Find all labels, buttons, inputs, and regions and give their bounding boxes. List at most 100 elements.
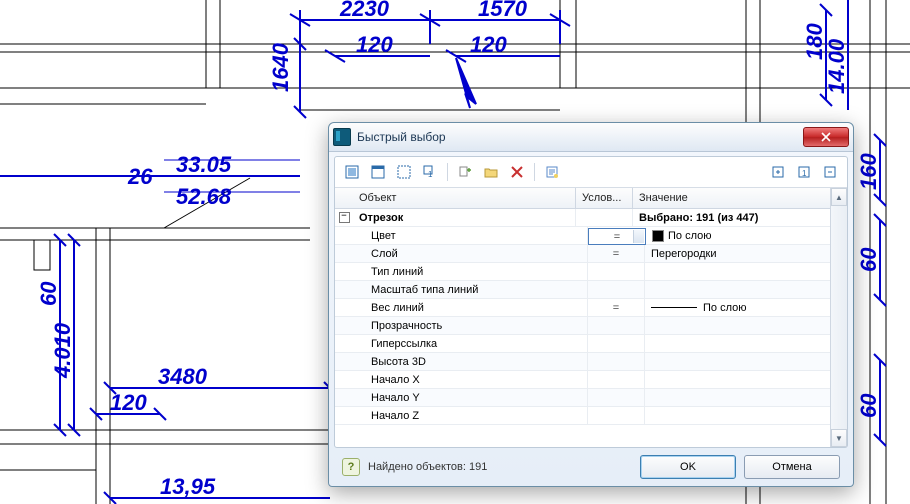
expand-cell	[335, 353, 353, 370]
condition-cell[interactable]: =	[588, 299, 645, 316]
dim-60c: 60	[856, 393, 881, 418]
scroll-up-icon[interactable]: ▲	[831, 188, 847, 206]
condition-cell[interactable]	[588, 371, 645, 388]
lineweight-preview	[651, 307, 697, 308]
condition-cell[interactable]	[588, 353, 645, 370]
value-cell[interactable]	[645, 389, 830, 406]
tb-properties-icon[interactable]	[541, 161, 563, 183]
col-condition[interactable]: Услов...	[576, 188, 633, 208]
dim-120b: 120	[470, 32, 507, 57]
expand-cell: −	[335, 209, 353, 226]
toolbar-separator	[534, 163, 535, 181]
property-row[interactable]: Тип линий	[335, 263, 830, 281]
group-row[interactable]: −Отрезок Выбрано: 191 (из 447)	[335, 209, 830, 227]
condition-cell[interactable]	[588, 389, 645, 406]
condition-cell[interactable]: =	[588, 228, 646, 245]
dim-120c: 120	[110, 390, 147, 415]
status-text: Найдено объектов: 191	[368, 461, 632, 473]
property-row[interactable]: Начало X	[335, 371, 830, 389]
dialog-body: 1 1 Объект Услов... Значение −Отрезок Выб…	[334, 156, 848, 448]
condition-cell[interactable]	[588, 407, 645, 424]
dim-120a: 120	[356, 32, 393, 57]
tb-select-window-icon[interactable]	[367, 161, 389, 183]
property-label: Начало X	[353, 371, 588, 388]
property-row[interactable]: Начало Y	[335, 389, 830, 407]
titlebar[interactable]: Быстрый выбор	[329, 123, 853, 152]
toolbar: 1 1	[335, 157, 847, 188]
vertical-scrollbar[interactable]: ▲ ▼	[830, 188, 847, 447]
dialog-title: Быстрый выбор	[357, 130, 803, 144]
col-value[interactable]: Значение	[633, 188, 830, 208]
dim-60a: 60	[856, 247, 881, 272]
expand-cell	[335, 317, 353, 334]
condition-cell[interactable]	[588, 335, 645, 352]
dim-1640: 1640	[268, 42, 293, 92]
quick-select-dialog: Быстрый выбор 1 1 Объект	[328, 122, 854, 487]
expand-cell	[335, 245, 353, 262]
property-row[interactable]: Гиперссылка	[335, 335, 830, 353]
property-row[interactable]: Вес линий=По слою	[335, 299, 830, 317]
expand-cell	[335, 281, 353, 298]
collapse-icon[interactable]: −	[339, 212, 350, 223]
col-object[interactable]: Объект	[353, 188, 576, 208]
condition-cell[interactable]	[588, 317, 645, 334]
tb-select-all-icon[interactable]	[341, 161, 363, 183]
expand-cell	[335, 227, 353, 244]
condition-cell[interactable]: =	[588, 245, 645, 262]
property-label: Тип линий	[353, 263, 588, 280]
condition-cell[interactable]	[576, 209, 633, 226]
expand-cell	[335, 407, 353, 424]
value-cell[interactable]	[645, 317, 830, 334]
property-row[interactable]: Прозрачность	[335, 317, 830, 335]
property-row[interactable]: Начало Z	[335, 407, 830, 425]
svg-text:1: 1	[802, 169, 807, 178]
value-cell[interactable]: Выбрано: 191 (из 447)	[633, 209, 830, 226]
property-row[interactable]: Цвет=По слою	[335, 227, 830, 245]
ok-button[interactable]: OK	[640, 455, 736, 479]
value-cell[interactable]	[645, 263, 830, 280]
value-cell[interactable]	[645, 281, 830, 298]
property-label: Цвет	[353, 227, 588, 244]
value-cell[interactable]: Перегородки	[645, 245, 830, 262]
scroll-track[interactable]	[831, 206, 847, 429]
tb-select-crossing-icon[interactable]	[393, 161, 415, 183]
property-label: Отрезок	[353, 209, 576, 226]
color-swatch	[652, 230, 664, 242]
expand-cell	[335, 263, 353, 280]
value-cell[interactable]: По слою	[646, 227, 830, 244]
dim-160: 160	[856, 153, 881, 190]
svg-text:1: 1	[428, 170, 433, 179]
tb-select-previous-icon[interactable]: 1	[419, 161, 441, 183]
dim-1400: 14.00	[824, 38, 849, 94]
tb-collapse-icon[interactable]	[819, 161, 841, 183]
property-row[interactable]: Масштаб типа линий	[335, 281, 830, 299]
value-cell[interactable]	[645, 371, 830, 388]
tb-open-folder-icon[interactable]	[480, 161, 502, 183]
toolbar-separator	[447, 163, 448, 181]
tb-expand-icon[interactable]	[767, 161, 789, 183]
property-label: Начало Z	[353, 407, 588, 424]
value-cell[interactable]: По слою	[645, 299, 830, 316]
help-icon[interactable]: ?	[342, 458, 360, 476]
property-grid: Объект Услов... Значение −Отрезок Выбрано…	[335, 188, 847, 447]
tb-layout-icon[interactable]: 1	[793, 161, 815, 183]
dialog-footer: ? Найдено объектов: 191 OK Отмена	[334, 453, 848, 481]
dim-4010: 4.010	[50, 322, 75, 379]
value-cell[interactable]	[645, 353, 830, 370]
scroll-down-icon[interactable]: ▼	[831, 429, 847, 447]
close-button[interactable]	[803, 127, 849, 147]
tb-add-to-set-icon[interactable]	[454, 161, 476, 183]
property-label: Слой	[353, 245, 588, 262]
tb-delete-icon[interactable]	[506, 161, 528, 183]
condition-cell[interactable]	[588, 281, 645, 298]
property-row[interactable]: Слой=Перегородки	[335, 245, 830, 263]
dim-60b: 60	[36, 281, 61, 306]
property-row[interactable]: Высота 3D	[335, 353, 830, 371]
cancel-button[interactable]: Отмена	[744, 455, 840, 479]
dim-2230: 2230	[339, 0, 390, 21]
grid-header: Объект Услов... Значение	[335, 188, 830, 209]
dim-3480: 3480	[158, 364, 208, 389]
value-cell[interactable]	[645, 407, 830, 424]
condition-cell[interactable]	[588, 263, 645, 280]
value-cell[interactable]	[645, 335, 830, 352]
